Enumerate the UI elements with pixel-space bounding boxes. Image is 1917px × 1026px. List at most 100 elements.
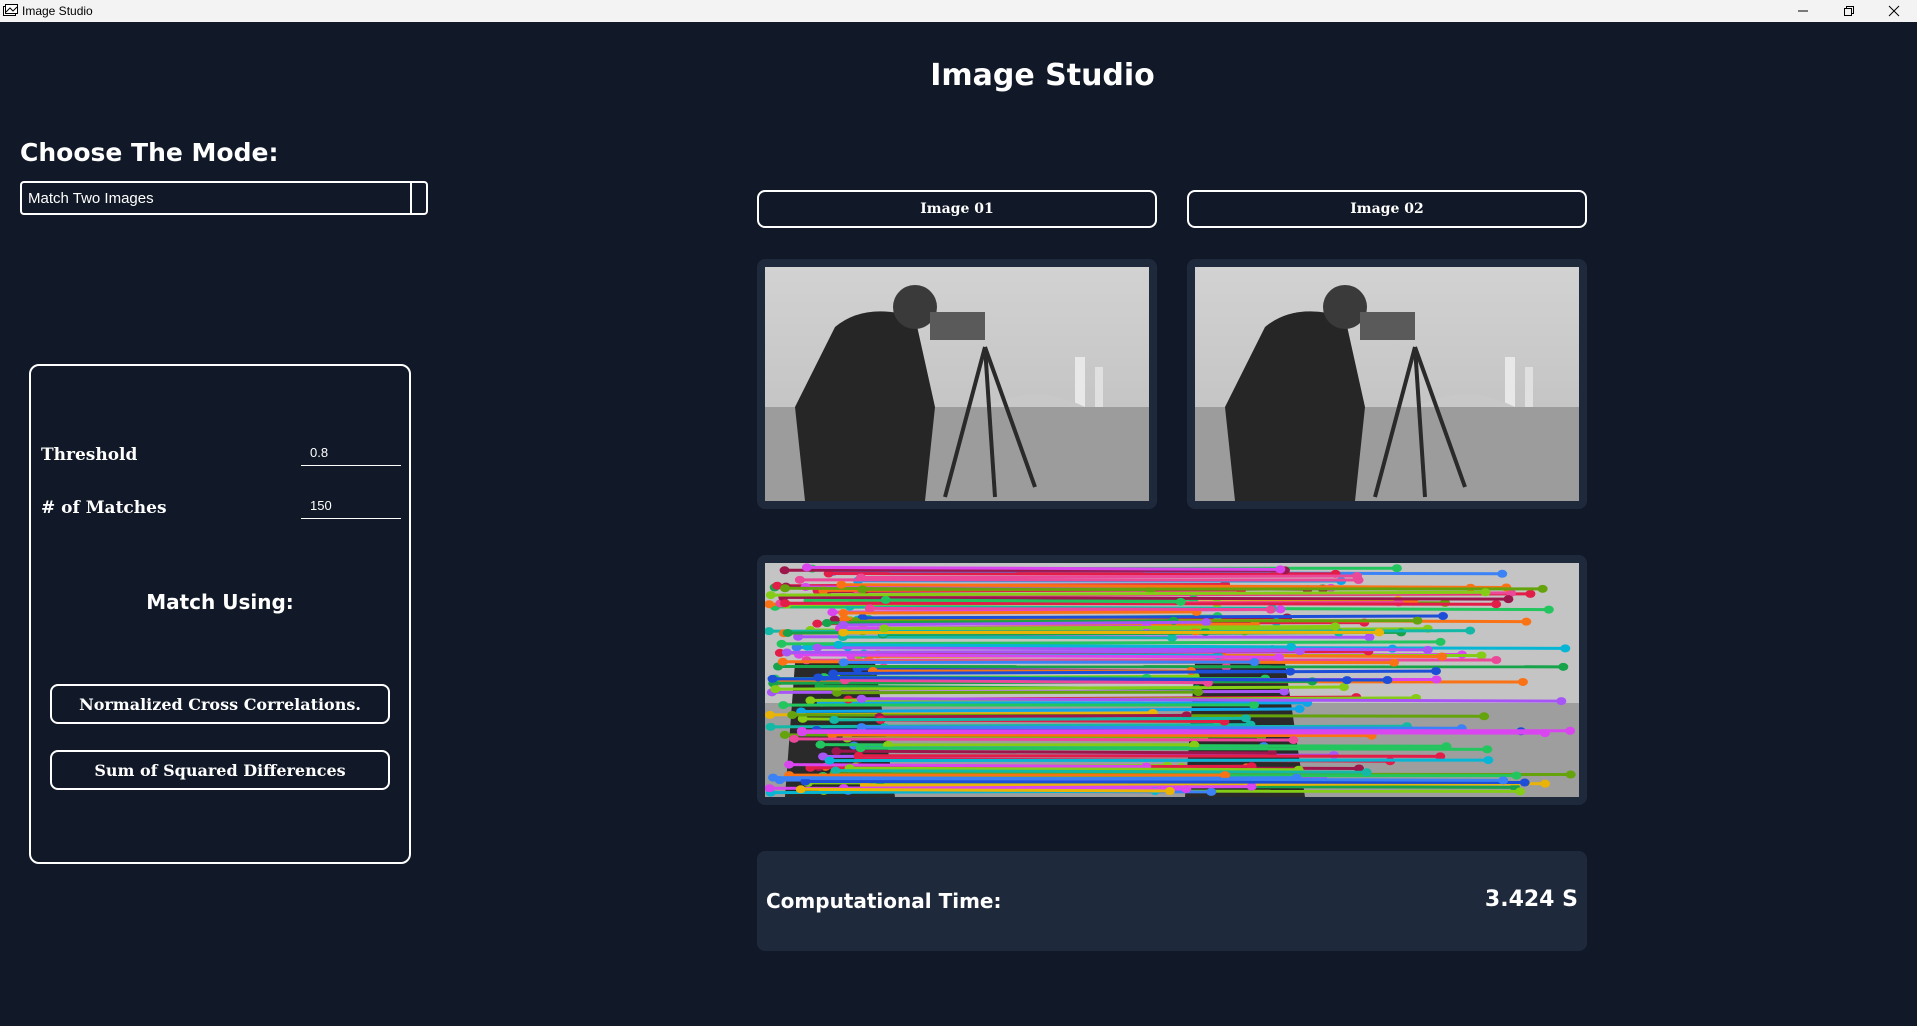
keypoint xyxy=(1275,565,1286,574)
keypoint xyxy=(765,784,775,793)
image-02-button[interactable]: Image 02 xyxy=(1187,190,1587,228)
keypoint xyxy=(813,673,824,682)
keypoint xyxy=(1389,658,1400,667)
keypoint xyxy=(794,575,805,584)
keypoint xyxy=(836,580,847,589)
keypoint xyxy=(770,685,781,694)
keypoint xyxy=(781,648,792,657)
keypoint xyxy=(1525,589,1536,598)
keypoint xyxy=(1503,595,1514,604)
match-line xyxy=(869,606,1271,612)
keypoint xyxy=(1521,617,1532,626)
match-line xyxy=(836,749,1273,755)
keypoint xyxy=(1431,675,1442,684)
keypoint xyxy=(812,619,823,628)
match-line xyxy=(861,574,1358,580)
keypoint xyxy=(789,734,800,743)
match-line xyxy=(832,733,1372,738)
keypoint xyxy=(838,658,849,667)
keypoint xyxy=(880,595,891,604)
keypoint xyxy=(1364,633,1375,642)
match-line xyxy=(786,649,1300,654)
match-line xyxy=(800,787,1170,793)
match-line xyxy=(834,716,1246,722)
keypoint xyxy=(1540,779,1551,788)
keypoint xyxy=(1422,645,1433,654)
keypoint xyxy=(780,584,791,593)
keypoint xyxy=(1240,714,1251,723)
match-line xyxy=(862,614,1444,620)
keypoint xyxy=(796,726,807,735)
keypoint xyxy=(1382,676,1393,685)
keypoint xyxy=(829,715,840,724)
keypoint xyxy=(1206,787,1217,796)
keypoint xyxy=(765,591,776,600)
match-line xyxy=(775,685,1344,691)
match-line xyxy=(864,782,1546,787)
mode-selected-value: Match Two Images xyxy=(28,190,154,207)
time-value: 3.424 S xyxy=(1484,887,1578,912)
keypoint xyxy=(838,621,849,630)
close-button[interactable] xyxy=(1871,0,1917,22)
restore-button[interactable] xyxy=(1826,0,1872,22)
keypoint xyxy=(1537,584,1548,593)
match-line xyxy=(860,746,1488,751)
match-result-view[interactable] xyxy=(757,555,1587,805)
keypoint xyxy=(1565,770,1576,779)
window-titlebar: Image Studio xyxy=(0,0,1917,22)
keypoint xyxy=(1511,771,1522,780)
minimize-button[interactable] xyxy=(1780,0,1826,22)
keypoint xyxy=(1164,787,1175,796)
keypoint xyxy=(1374,628,1385,637)
keypoint xyxy=(1480,588,1491,597)
mode-select[interactable]: Match Two Images xyxy=(20,181,428,215)
match-line xyxy=(785,601,1497,606)
image-02-view[interactable] xyxy=(1187,259,1587,509)
keypoint xyxy=(765,710,775,719)
keypoint xyxy=(1558,662,1569,671)
keypoint xyxy=(782,628,793,637)
image-01-button[interactable]: Image 01 xyxy=(757,190,1157,228)
keypoint xyxy=(765,722,776,731)
keypoint xyxy=(812,643,823,652)
keypoint xyxy=(1249,700,1260,709)
keypoint xyxy=(1201,618,1212,627)
keypoint xyxy=(1437,652,1448,661)
keypoint xyxy=(1175,597,1186,606)
ncc-button[interactable]: Normalized Cross Correlations. xyxy=(50,684,390,724)
keypoint xyxy=(1193,688,1204,697)
keypoint xyxy=(856,573,867,582)
threshold-input[interactable] xyxy=(301,440,401,466)
keypoint xyxy=(1412,616,1423,625)
matches-input[interactable] xyxy=(301,493,401,519)
image-01-view[interactable] xyxy=(757,259,1157,509)
match-line xyxy=(842,635,1173,640)
keypoint xyxy=(879,624,890,633)
match-line xyxy=(794,737,1294,742)
time-label: Computational Time: xyxy=(766,889,1002,913)
ssd-button[interactable]: Sum of Squared Differences xyxy=(50,750,390,790)
keypoint xyxy=(833,640,844,649)
keypoint xyxy=(768,773,779,782)
match-line xyxy=(861,725,1462,730)
keypoint xyxy=(795,785,806,794)
page-title: Image Studio xyxy=(930,58,1155,93)
keypoint xyxy=(776,639,787,648)
mode-label: Choose The Mode: xyxy=(20,138,279,167)
match-line xyxy=(862,587,1543,591)
keypoint xyxy=(821,619,832,628)
keypoint xyxy=(1391,564,1402,573)
keypoint xyxy=(778,701,789,710)
keypoint xyxy=(780,599,791,608)
keypoint xyxy=(857,585,868,594)
keypoint xyxy=(1476,651,1487,660)
matches-label: # of Matches xyxy=(41,498,167,518)
keypoint xyxy=(855,744,866,753)
keypoint xyxy=(827,608,838,617)
keypoint xyxy=(1246,782,1257,791)
keypoint xyxy=(805,696,816,705)
close-icon xyxy=(1888,5,1900,17)
keypoint xyxy=(1288,736,1299,745)
keypoint xyxy=(801,563,812,572)
params-panel: Threshold # of Matches Match Using: Norm… xyxy=(29,364,411,864)
